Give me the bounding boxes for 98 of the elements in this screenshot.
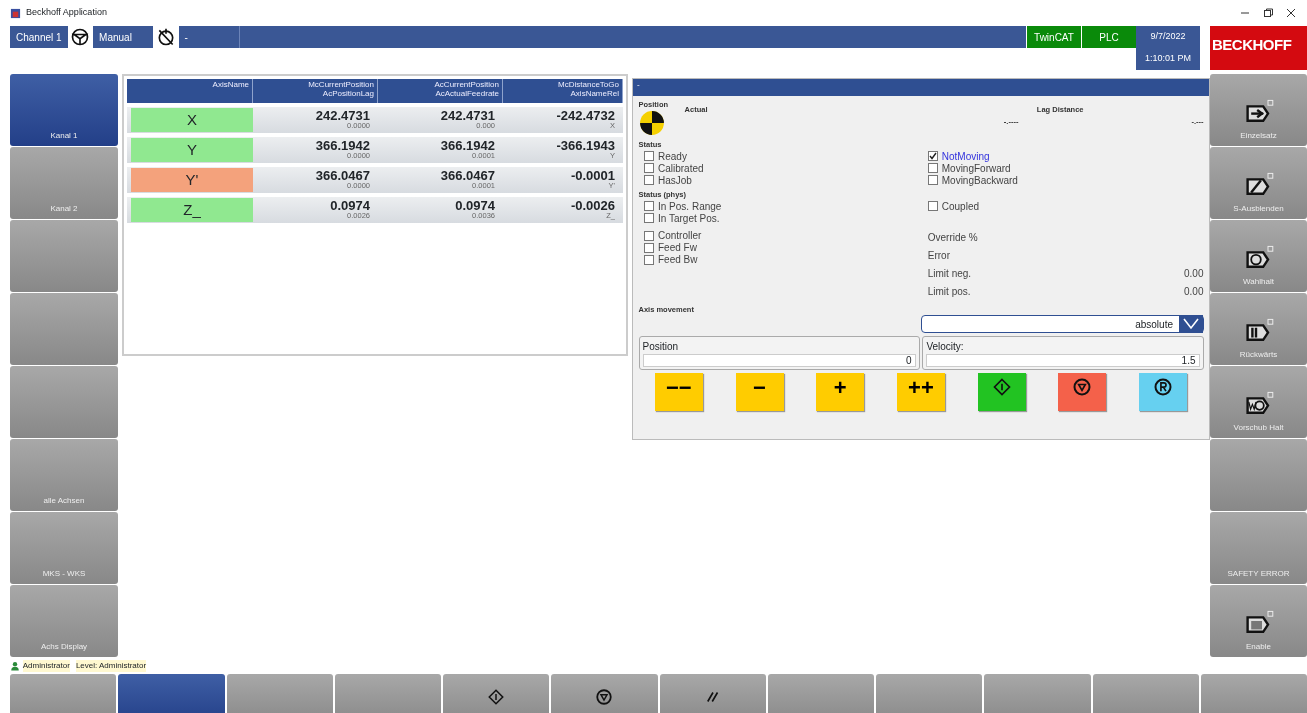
- close-icon: [1285, 7, 1297, 19]
- restore-icon: [1262, 7, 1274, 19]
- side-button[interactable]: Kanal 1: [10, 74, 118, 146]
- status-indicator: TwinCAT: [1026, 26, 1081, 48]
- side-button[interactable]: SAFETY ERROR: [1210, 512, 1307, 584]
- jog-button[interactable]: −−: [654, 372, 703, 411]
- checkbox-label: Controller: [658, 229, 702, 243]
- stop-icon: [595, 688, 614, 706]
- value-reading: 0.00: [1184, 284, 1204, 299]
- checkbox-label: In Pos. Range: [658, 199, 722, 214]
- axis-value: -0.0001: [569, 167, 615, 182]
- side-button[interactable]: MKS - WKS: [10, 512, 118, 584]
- checkbox[interactable]: [927, 151, 938, 161]
- checkbox[interactable]: [644, 175, 654, 185]
- value-label: Override %: [927, 230, 978, 245]
- panel-title-bar: -: [633, 79, 1209, 96]
- value-reading: 0.00: [1184, 266, 1204, 281]
- mode-dropdown[interactable]: absolute: [921, 315, 1204, 334]
- checkbox-label: In Target Pos.: [658, 212, 720, 226]
- field-label: Position: [642, 340, 680, 354]
- axis-value: -0.0026: [569, 197, 615, 212]
- side-button[interactable]: Achs Display: [10, 585, 118, 657]
- axis-value: -242.4732: [555, 107, 615, 122]
- column-header: AxisName: [127, 79, 253, 103]
- value-label: Limit neg.: [927, 266, 972, 281]
- axis-value: 242.4731: [314, 107, 370, 122]
- axis-value: 366.0467: [314, 167, 370, 182]
- column-header: AcCurrentPosition AcActualFeedrate: [378, 79, 503, 103]
- checkbox[interactable]: [644, 230, 654, 241]
- program-label: -: [183, 30, 189, 45]
- checkbox-label: HasJob: [658, 173, 692, 188]
- app-icon: [10, 7, 21, 19]
- side-button[interactable]: Kanal 2: [10, 147, 118, 219]
- side-button[interactable]: Wahlhalt: [1210, 220, 1307, 292]
- checkbox-label: MovingForward: [941, 162, 1011, 176]
- axis-value: 0.0974: [329, 197, 370, 212]
- stop-button[interactable]: [1058, 372, 1107, 411]
- checkbox[interactable]: [927, 201, 938, 211]
- stop-icon: [1072, 376, 1093, 397]
- checkbox-label: NotMoving: [941, 149, 990, 164]
- input-field[interactable]: 0: [642, 354, 916, 367]
- checkbox-label: Ready: [658, 149, 687, 164]
- input-field[interactable]: 1.5: [926, 354, 1200, 367]
- side-button[interactable]: alle Achsen: [10, 439, 118, 511]
- jog-button[interactable]: +: [816, 372, 865, 411]
- side-button[interactable]: Rückwärts: [1210, 293, 1307, 365]
- side-button[interactable]: S-Ausblenden: [1210, 147, 1307, 219]
- chevron-down-icon: [1178, 315, 1203, 334]
- axis-value: 366.1942: [439, 137, 495, 152]
- axis-value: 242.4731: [439, 107, 495, 122]
- axis-value: 366.0467: [439, 167, 495, 182]
- side-button[interactable]: Vorschub Halt: [1210, 366, 1307, 438]
- user-icon: [10, 661, 20, 671]
- side-button[interactable]: Einzelsatz: [1210, 74, 1307, 146]
- mode-label: Manual: [98, 30, 133, 45]
- jog-button[interactable]: −: [735, 372, 784, 411]
- value-label: Limit pos.: [927, 284, 971, 299]
- user-name: Administrator: [22, 660, 70, 672]
- axis-name: Z_: [131, 198, 253, 222]
- axis-value: 366.1942: [314, 137, 370, 152]
- jog-button[interactable]: ++: [896, 372, 945, 411]
- column-header: McCurrentPosition AcPositionLag: [253, 79, 378, 103]
- start-button[interactable]: [977, 372, 1026, 411]
- checkbox[interactable]: [644, 201, 654, 211]
- start-icon: [487, 688, 506, 706]
- function-key[interactable]: [551, 674, 658, 713]
- column-header: McDistanceToGo AxisNameRel: [503, 79, 623, 103]
- axis-value: 0.0974: [454, 197, 495, 212]
- steering-wheel-icon: [70, 27, 91, 47]
- checkbox-label: Feed Fw: [658, 241, 697, 255]
- checkbox[interactable]: [644, 163, 654, 173]
- reset-button[interactable]: [1139, 372, 1188, 411]
- value-label: Error: [927, 248, 950, 263]
- brand-logo: BECKHOFF: [1210, 26, 1307, 70]
- checkbox[interactable]: [644, 254, 654, 265]
- checkbox[interactable]: [927, 175, 938, 185]
- reset-icon: [1153, 376, 1174, 397]
- window-title: Beckhoff Application: [26, 6, 107, 20]
- checkbox[interactable]: [644, 213, 654, 223]
- axis-name: X: [131, 108, 253, 132]
- checkbox[interactable]: [644, 151, 654, 161]
- field-label: Velocity:: [926, 340, 965, 354]
- side-button[interactable]: Enable: [1210, 585, 1307, 657]
- checkbox-label: Coupled: [941, 199, 979, 214]
- axis-name: Y: [131, 138, 253, 162]
- status-indicator: PLC: [1081, 26, 1136, 48]
- axis-value: -366.1943: [555, 137, 615, 152]
- checkbox-label: Calibrated: [658, 162, 704, 176]
- position-marker-icon: [638, 110, 665, 136]
- checkbox[interactable]: [644, 242, 654, 253]
- checkbox[interactable]: [927, 163, 938, 173]
- time-label: 1:10:01 PM: [1136, 48, 1200, 70]
- start-icon: [991, 376, 1012, 397]
- user-level: Level: Administrator: [75, 660, 147, 672]
- checkbox-label: MovingBackward: [941, 174, 1018, 188]
- channel-label: Channel 1: [15, 30, 63, 45]
- axis-name: Y': [131, 168, 253, 192]
- checkbox-label: Feed Bw: [658, 253, 698, 267]
